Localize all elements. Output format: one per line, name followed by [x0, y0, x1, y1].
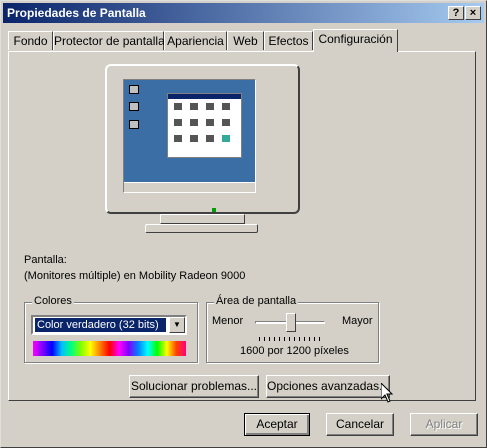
- preview-taskbar: [124, 182, 255, 192]
- colors-group-label: Colores: [32, 295, 74, 307]
- tab-protector[interactable]: Protector de pantalla: [53, 31, 165, 50]
- desktop-icon: [128, 120, 140, 129]
- resolution-slider-thumb[interactable]: [286, 313, 296, 332]
- monitor-screen: [123, 79, 256, 193]
- preview-window-titlebar: [168, 94, 241, 99]
- window-title: Propiedades de Pantalla: [7, 6, 146, 20]
- title-bar[interactable]: Propiedades de Pantalla ? ×: [3, 3, 484, 23]
- screen-area-group-label: Área de pantalla: [214, 295, 299, 307]
- tab-web[interactable]: Web: [227, 31, 264, 50]
- apply-button: Aplicar: [410, 413, 478, 436]
- tab-efectos[interactable]: Efectos: [264, 31, 313, 50]
- monitor-neck: [160, 214, 245, 224]
- slider-min-label: Menor: [212, 315, 244, 327]
- tab-configuracion[interactable]: Configuración: [313, 29, 398, 52]
- color-spectrum-bar: [33, 341, 186, 356]
- monitor-name: (Monitores múltiple) en Mobility Radeon …: [24, 270, 246, 282]
- advanced-options-button[interactable]: Opciones avanzadas...: [266, 375, 390, 398]
- color-depth-value: Color verdadero (32 bits): [35, 318, 166, 332]
- troubleshoot-button[interactable]: Solucionar problemas...: [129, 375, 259, 398]
- close-button[interactable]: ×: [465, 6, 481, 20]
- cancel-button[interactable]: Cancelar: [326, 413, 394, 436]
- slider-ticks: [259, 337, 321, 341]
- preview-window: [167, 93, 242, 158]
- monitor-base: [145, 224, 258, 233]
- tab-fondo[interactable]: Fondo: [8, 31, 53, 50]
- display-label: Pantalla:: [24, 254, 67, 266]
- desktop-icon: [128, 85, 140, 94]
- desktop-icon: [128, 102, 140, 111]
- help-button[interactable]: ?: [448, 6, 464, 20]
- chevron-down-icon[interactable]: ▼: [169, 317, 185, 333]
- color-depth-select[interactable]: Color verdadero (32 bits) ▼: [31, 315, 187, 335]
- slider-max-label: Mayor: [342, 315, 373, 327]
- mouse-cursor-icon: [381, 383, 393, 403]
- tab-apariencia[interactable]: Apariencia: [164, 31, 227, 50]
- resolution-label: 1600 por 1200 píxeles: [240, 345, 349, 357]
- ok-button[interactable]: Aceptar: [244, 413, 310, 436]
- power-led-icon: [212, 208, 216, 212]
